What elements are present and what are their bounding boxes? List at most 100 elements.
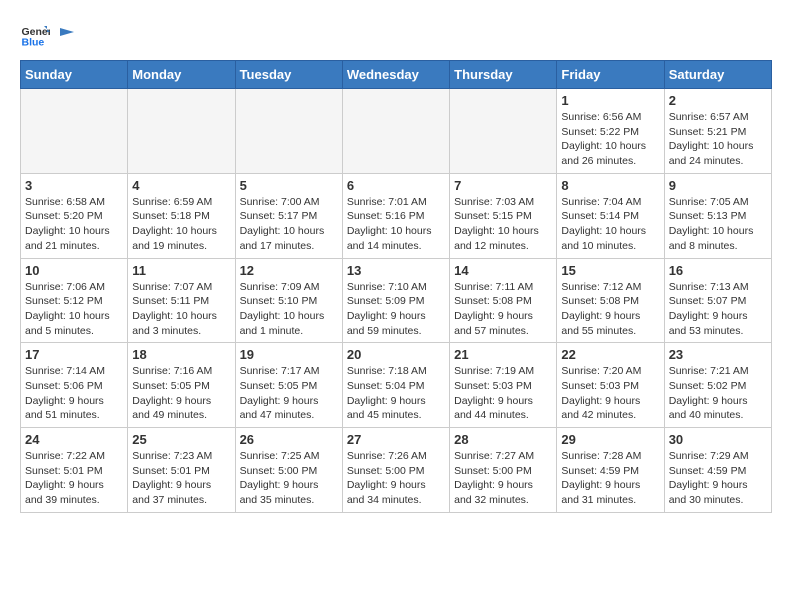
day-info: Sunrise: 6:56 AM Sunset: 5:22 PM Dayligh…: [561, 110, 659, 169]
day-info: Sunrise: 7:11 AM Sunset: 5:08 PM Dayligh…: [454, 280, 552, 339]
day-info: Sunrise: 7:06 AM Sunset: 5:12 PM Dayligh…: [25, 280, 123, 339]
logo-flag-icon: [56, 26, 74, 44]
day-info: Sunrise: 6:58 AM Sunset: 5:20 PM Dayligh…: [25, 195, 123, 254]
day-info: Sunrise: 7:01 AM Sunset: 5:16 PM Dayligh…: [347, 195, 445, 254]
day-info: Sunrise: 7:21 AM Sunset: 5:02 PM Dayligh…: [669, 364, 767, 423]
calendar-cell: 5 Sunrise: 7:00 AM Sunset: 5:17 PM Daylig…: [235, 173, 342, 258]
calendar-cell: 18 Sunrise: 7:16 AM Sunset: 5:05 PM Dayli…: [128, 343, 235, 428]
day-number: 20: [347, 347, 445, 362]
calendar-cell: [128, 89, 235, 174]
day-number: 7: [454, 178, 552, 193]
day-number: 18: [132, 347, 230, 362]
svg-text:Blue: Blue: [22, 37, 45, 49]
day-number: 15: [561, 263, 659, 278]
day-number: 3: [25, 178, 123, 193]
day-number: 21: [454, 347, 552, 362]
calendar-cell: [21, 89, 128, 174]
calendar-week-2: 3 Sunrise: 6:58 AM Sunset: 5:20 PM Daylig…: [21, 173, 772, 258]
day-info: Sunrise: 7:19 AM Sunset: 5:03 PM Dayligh…: [454, 364, 552, 423]
calendar-cell: 30 Sunrise: 7:29 AM Sunset: 4:59 PM Dayli…: [664, 428, 771, 513]
day-info: Sunrise: 7:14 AM Sunset: 5:06 PM Dayligh…: [25, 364, 123, 423]
calendar-table: SundayMondayTuesdayWednesdayThursdayFrid…: [20, 60, 772, 513]
day-info: Sunrise: 7:04 AM Sunset: 5:14 PM Dayligh…: [561, 195, 659, 254]
day-number: 13: [347, 263, 445, 278]
day-info: Sunrise: 7:18 AM Sunset: 5:04 PM Dayligh…: [347, 364, 445, 423]
calendar-week-3: 10 Sunrise: 7:06 AM Sunset: 5:12 PM Dayli…: [21, 258, 772, 343]
day-info: Sunrise: 7:10 AM Sunset: 5:09 PM Dayligh…: [347, 280, 445, 339]
calendar-week-4: 17Sunrise: 7:14 AM Sunset: 5:06 PM Dayli…: [21, 343, 772, 428]
weekday-header-sunday: Sunday: [21, 61, 128, 89]
day-info: Sunrise: 7:05 AM Sunset: 5:13 PM Dayligh…: [669, 195, 767, 254]
calendar-cell: [235, 89, 342, 174]
day-info: Sunrise: 7:26 AM Sunset: 5:00 PM Dayligh…: [347, 449, 445, 508]
header: General Blue: [20, 20, 772, 50]
calendar-cell: 1 Sunrise: 6:56 AM Sunset: 5:22 PM Daylig…: [557, 89, 664, 174]
day-number: 27: [347, 432, 445, 447]
calendar-cell: 26Sunrise: 7:25 AM Sunset: 5:00 PM Dayli…: [235, 428, 342, 513]
weekday-header-monday: Monday: [128, 61, 235, 89]
day-number: 1: [561, 93, 659, 108]
day-info: Sunrise: 7:27 AM Sunset: 5:00 PM Dayligh…: [454, 449, 552, 508]
calendar-week-5: 24 Sunrise: 7:22 AM Sunset: 5:01 PM Dayli…: [21, 428, 772, 513]
logo: General Blue: [20, 20, 74, 50]
day-number: 4: [132, 178, 230, 193]
day-info: Sunrise: 7:07 AM Sunset: 5:11 PM Dayligh…: [132, 280, 230, 339]
day-info: Sunrise: 7:20 AM Sunset: 5:03 PM Dayligh…: [561, 364, 659, 423]
calendar-cell: 23 Sunrise: 7:21 AM Sunset: 5:02 PM Dayli…: [664, 343, 771, 428]
calendar-cell: 28Sunrise: 7:27 AM Sunset: 5:00 PM Dayli…: [450, 428, 557, 513]
day-info: Sunrise: 7:17 AM Sunset: 5:05 PM Dayligh…: [240, 364, 338, 423]
day-info: Sunrise: 7:09 AM Sunset: 5:10 PM Dayligh…: [240, 280, 338, 339]
calendar-cell: 14Sunrise: 7:11 AM Sunset: 5:08 PM Dayli…: [450, 258, 557, 343]
day-number: 10: [25, 263, 123, 278]
calendar-cell: 12 Sunrise: 7:09 AM Sunset: 5:10 PM Dayli…: [235, 258, 342, 343]
day-number: 12: [240, 263, 338, 278]
calendar-cell: 25 Sunrise: 7:23 AM Sunset: 5:01 PM Dayli…: [128, 428, 235, 513]
calendar-week-1: 1 Sunrise: 6:56 AM Sunset: 5:22 PM Daylig…: [21, 89, 772, 174]
calendar-cell: 10 Sunrise: 7:06 AM Sunset: 5:12 PM Dayli…: [21, 258, 128, 343]
day-number: 26: [240, 432, 338, 447]
calendar-cell: [342, 89, 449, 174]
calendar-cell: 15 Sunrise: 7:12 AM Sunset: 5:08 PM Dayli…: [557, 258, 664, 343]
logo-icon: General Blue: [20, 20, 50, 50]
calendar-cell: 8Sunrise: 7:04 AM Sunset: 5:14 PM Daylig…: [557, 173, 664, 258]
calendar-body: 1 Sunrise: 6:56 AM Sunset: 5:22 PM Daylig…: [21, 89, 772, 513]
day-number: 9: [669, 178, 767, 193]
day-number: 5: [240, 178, 338, 193]
day-number: 30: [669, 432, 767, 447]
calendar-cell: 20 Sunrise: 7:18 AM Sunset: 5:04 PM Dayli…: [342, 343, 449, 428]
day-number: 2: [669, 93, 767, 108]
calendar-cell: 9 Sunrise: 7:05 AM Sunset: 5:13 PM Daylig…: [664, 173, 771, 258]
day-number: 25: [132, 432, 230, 447]
day-info: Sunrise: 7:12 AM Sunset: 5:08 PM Dayligh…: [561, 280, 659, 339]
calendar-cell: 6 Sunrise: 7:01 AM Sunset: 5:16 PM Daylig…: [342, 173, 449, 258]
calendar-cell: 19 Sunrise: 7:17 AM Sunset: 5:05 PM Dayli…: [235, 343, 342, 428]
calendar-cell: 24 Sunrise: 7:22 AM Sunset: 5:01 PM Dayli…: [21, 428, 128, 513]
calendar-cell: 21 Sunrise: 7:19 AM Sunset: 5:03 PM Dayli…: [450, 343, 557, 428]
day-info: Sunrise: 7:16 AM Sunset: 5:05 PM Dayligh…: [132, 364, 230, 423]
calendar-cell: 7 Sunrise: 7:03 AM Sunset: 5:15 PM Daylig…: [450, 173, 557, 258]
calendar-cell: [450, 89, 557, 174]
calendar-cell: 27 Sunrise: 7:26 AM Sunset: 5:00 PM Dayli…: [342, 428, 449, 513]
weekday-header-wednesday: Wednesday: [342, 61, 449, 89]
day-info: Sunrise: 7:03 AM Sunset: 5:15 PM Dayligh…: [454, 195, 552, 254]
day-info: Sunrise: 6:59 AM Sunset: 5:18 PM Dayligh…: [132, 195, 230, 254]
day-info: Sunrise: 7:00 AM Sunset: 5:17 PM Dayligh…: [240, 195, 338, 254]
calendar-cell: 11 Sunrise: 7:07 AM Sunset: 5:11 PM Dayli…: [128, 258, 235, 343]
calendar-cell: 4 Sunrise: 6:59 AM Sunset: 5:18 PM Daylig…: [128, 173, 235, 258]
day-info: Sunrise: 7:29 AM Sunset: 4:59 PM Dayligh…: [669, 449, 767, 508]
day-info: Sunrise: 7:28 AM Sunset: 4:59 PM Dayligh…: [561, 449, 659, 508]
day-info: Sunrise: 7:23 AM Sunset: 5:01 PM Dayligh…: [132, 449, 230, 508]
day-number: 6: [347, 178, 445, 193]
day-number: 24: [25, 432, 123, 447]
calendar-cell: 16Sunrise: 7:13 AM Sunset: 5:07 PM Dayli…: [664, 258, 771, 343]
day-info: Sunrise: 6:57 AM Sunset: 5:21 PM Dayligh…: [669, 110, 767, 169]
day-number: 19: [240, 347, 338, 362]
day-number: 22: [561, 347, 659, 362]
day-number: 29: [561, 432, 659, 447]
weekday-header-row: SundayMondayTuesdayWednesdayThursdayFrid…: [21, 61, 772, 89]
day-number: 11: [132, 263, 230, 278]
day-number: 23: [669, 347, 767, 362]
calendar-cell: 13 Sunrise: 7:10 AM Sunset: 5:09 PM Dayli…: [342, 258, 449, 343]
day-info: Sunrise: 7:22 AM Sunset: 5:01 PM Dayligh…: [25, 449, 123, 508]
day-info: Sunrise: 7:13 AM Sunset: 5:07 PM Dayligh…: [669, 280, 767, 339]
